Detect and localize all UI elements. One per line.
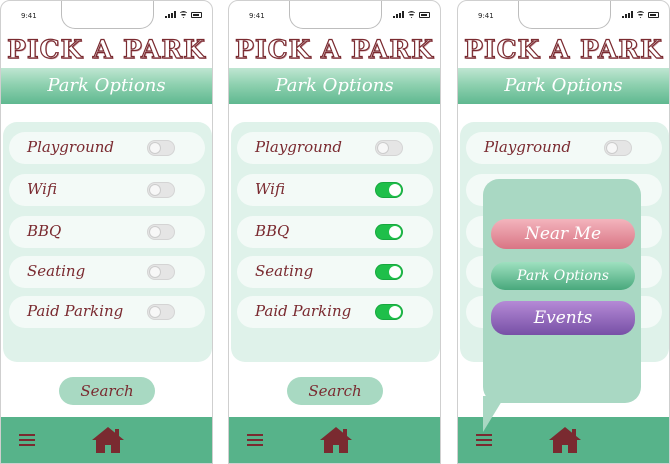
status-time: 9:41 <box>478 12 494 20</box>
option-row-playground: Playground <box>9 132 205 164</box>
playground-toggle[interactable] <box>375 140 403 156</box>
toggle-knob <box>389 306 401 318</box>
toggle-knob <box>149 266 161 278</box>
signal-icon <box>165 11 176 18</box>
home-icon[interactable] <box>548 426 582 454</box>
menu-popup: Near Me Park Options Events <box>483 179 641 403</box>
option-label: BBQ <box>27 222 62 240</box>
option-row-paid-parking: Paid Parking <box>237 296 433 328</box>
playground-toggle[interactable] <box>147 140 175 156</box>
seating-toggle[interactable] <box>375 264 403 280</box>
status-icons <box>393 11 430 18</box>
wifi-icon <box>407 11 416 18</box>
search-button[interactable]: Search <box>287 377 383 405</box>
option-label: Playground <box>484 138 572 156</box>
battery-icon <box>191 11 202 18</box>
option-row-seating: Seating <box>237 256 433 288</box>
status-time: 9:41 <box>249 12 265 20</box>
option-label: BBQ <box>255 222 290 240</box>
toggle-knob <box>149 306 161 318</box>
wifi-icon <box>179 11 188 18</box>
option-label: Playground <box>255 138 343 156</box>
toggle-knob <box>606 142 618 154</box>
paid-parking-toggle[interactable] <box>375 304 403 320</box>
toggle-knob <box>377 142 389 154</box>
section-header: Park Options <box>458 68 669 104</box>
app-title: PICK A PARK <box>6 34 206 64</box>
toggle-knob <box>389 184 401 196</box>
option-row-bbq: BBQ <box>9 216 205 248</box>
option-row-wifi: Wifi <box>237 174 433 206</box>
battery-icon <box>648 11 659 18</box>
status-icons <box>165 11 202 18</box>
toggle-knob <box>149 226 161 238</box>
app-title: PICK A PARK <box>463 34 663 64</box>
phone-notch <box>289 1 382 29</box>
wifi-icon <box>636 11 645 18</box>
options-panel: Playground Wifi BBQ Seating Paid Parking <box>231 122 440 362</box>
menu-icon[interactable] <box>476 434 492 446</box>
menu-icon[interactable] <box>247 434 263 446</box>
near-me-button[interactable]: Near Me <box>491 219 635 249</box>
bbq-toggle[interactable] <box>375 224 403 240</box>
phone-screen-1: 9:41 PICK A PARK Park Options Playground… <box>0 0 213 464</box>
park-options-button[interactable]: Park Options <box>491 262 635 290</box>
phone-screen-2: 9:41 PICK A PARK Park Options Playground… <box>228 0 441 464</box>
events-button[interactable]: Events <box>491 301 635 335</box>
option-row-playground: Playground <box>237 132 433 164</box>
search-button[interactable]: Search <box>59 377 155 405</box>
toggle-knob <box>149 142 161 154</box>
option-row-paid-parking: Paid Parking <box>9 296 205 328</box>
option-row-playground: Playground <box>466 132 662 164</box>
bottom-nav-bar <box>1 417 212 463</box>
toggle-knob <box>389 226 401 238</box>
option-row-wifi: Wifi <box>9 174 205 206</box>
option-label: Wifi <box>27 180 57 198</box>
option-label: Wifi <box>255 180 285 198</box>
phone-screen-3: 9:41 PICK A PARK Park Options Playground… <box>457 0 670 464</box>
toggle-knob <box>149 184 161 196</box>
home-icon[interactable] <box>91 426 125 454</box>
paid-parking-toggle[interactable] <box>147 304 175 320</box>
phone-notch <box>518 1 611 29</box>
section-header: Park Options <box>229 68 440 104</box>
wifi-toggle[interactable] <box>147 182 175 198</box>
option-label: Playground <box>27 138 115 156</box>
option-label: Seating <box>27 262 86 280</box>
option-label: Seating <box>255 262 314 280</box>
bbq-toggle[interactable] <box>147 224 175 240</box>
status-icons <box>622 11 659 18</box>
bottom-nav-bar <box>229 417 440 463</box>
signal-icon <box>393 11 404 18</box>
option-row-seating: Seating <box>9 256 205 288</box>
toggle-knob <box>389 266 401 278</box>
status-time: 9:41 <box>21 12 37 20</box>
section-header: Park Options <box>1 68 212 104</box>
phone-notch <box>61 1 154 29</box>
battery-icon <box>419 11 430 18</box>
menu-icon[interactable] <box>19 434 35 446</box>
signal-icon <box>622 11 633 18</box>
app-title: PICK A PARK <box>234 34 434 64</box>
playground-toggle[interactable] <box>604 140 632 156</box>
options-panel: Playground Wifi BBQ Seating Paid Parking <box>3 122 212 362</box>
wifi-toggle[interactable] <box>375 182 403 198</box>
option-label: Paid Parking <box>255 302 352 320</box>
seating-toggle[interactable] <box>147 264 175 280</box>
option-row-bbq: BBQ <box>237 216 433 248</box>
home-icon[interactable] <box>319 426 353 454</box>
option-label: Paid Parking <box>27 302 124 320</box>
